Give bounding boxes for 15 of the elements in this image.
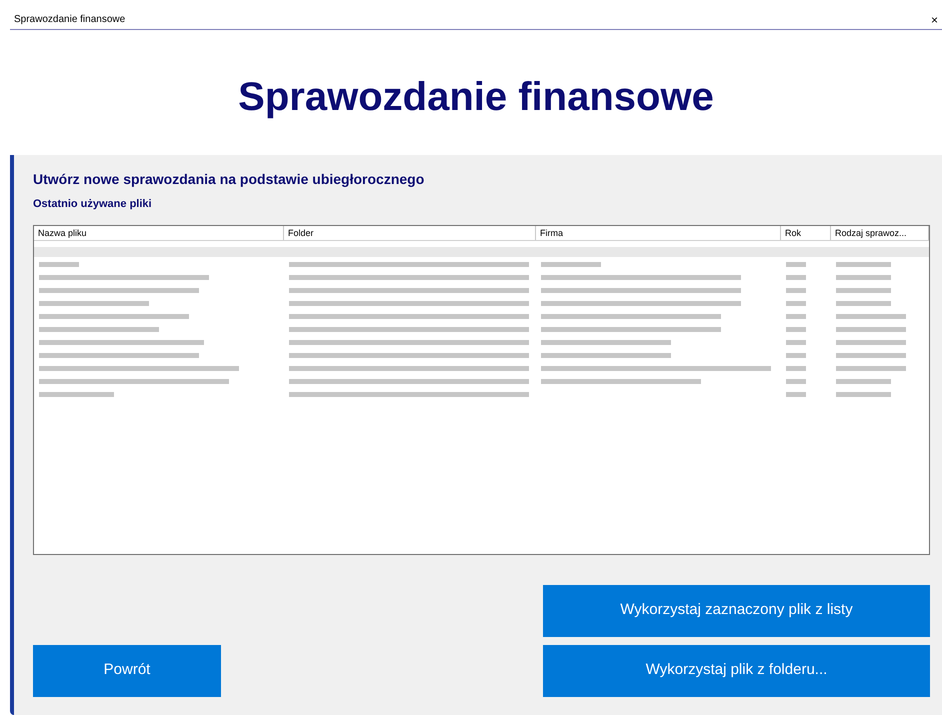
column-header[interactable]: Nazwa pliku: [34, 226, 284, 240]
column-header[interactable]: Folder: [284, 226, 536, 240]
window-title: Sprawozdanie finansowe: [14, 13, 126, 27]
column-header[interactable]: Rodzaj sprawoz...: [831, 226, 929, 240]
use-folder-button[interactable]: Wykorzystaj plik z folderu...: [543, 644, 930, 696]
column-header[interactable]: Firma: [536, 226, 781, 240]
section-title: Utwórz nowe sprawozdania na podstawie ubiegłorocznego: [33, 170, 426, 189]
back-button[interactable]: Powrót: [33, 644, 221, 696]
close-button[interactable]: ×: [930, 10, 938, 28]
selected-row[interactable]: [34, 246, 929, 256]
page-title: Sprawozdanie finansowe: [238, 74, 714, 120]
column-header[interactable]: Rok: [781, 226, 831, 240]
section-subtitle: Ostatnio używane pliki: [33, 197, 153, 212]
file-list[interactable]: Nazwa pliku Folder Firma Rok Rodzaj sprawoz...: [33, 224, 930, 554]
use-selected-button[interactable]: Wykorzystaj zaznaczony plik z listy: [543, 584, 930, 636]
